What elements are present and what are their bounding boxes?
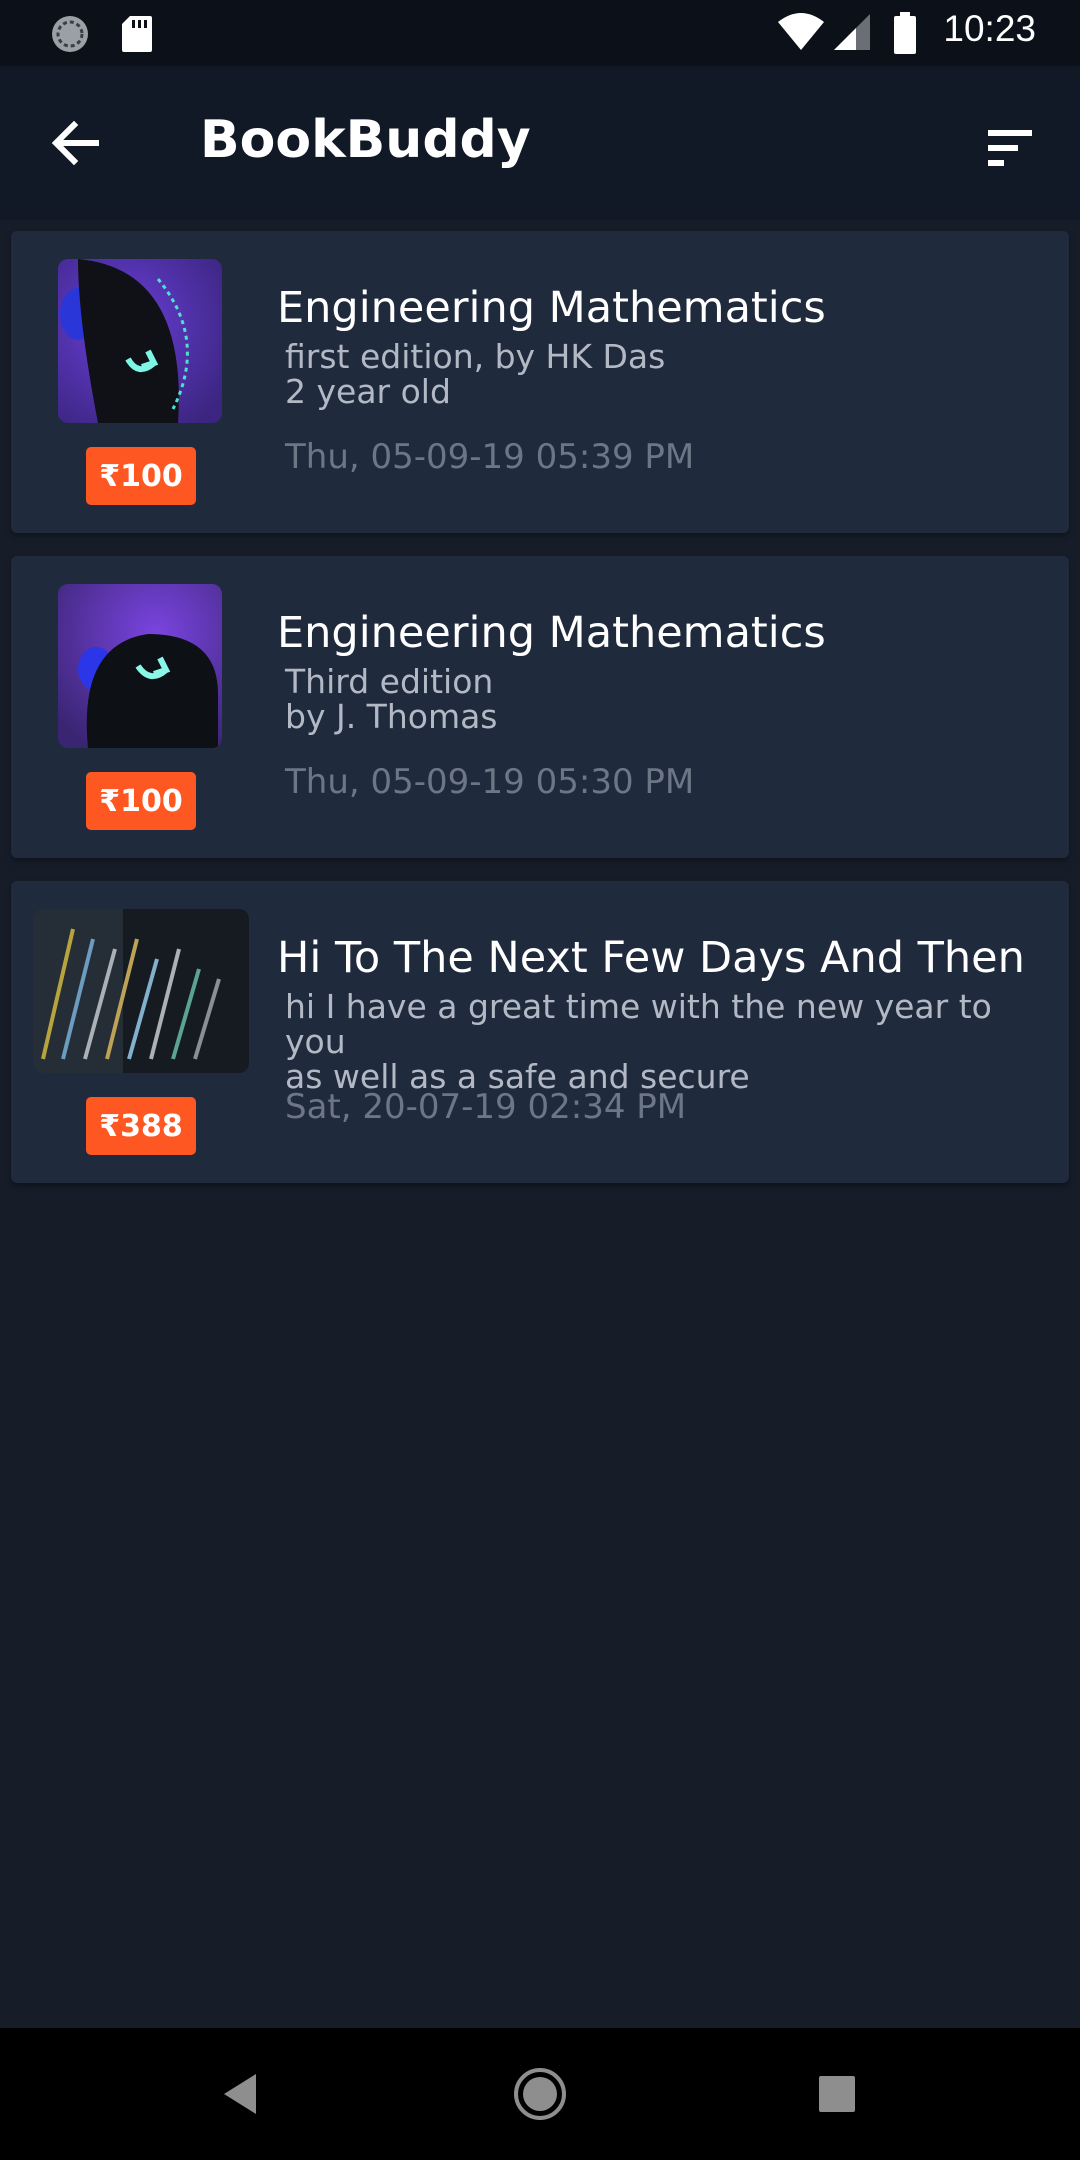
book-title: Engineering Mathematics xyxy=(277,283,826,333)
sync-icon xyxy=(52,16,88,52)
app-bar: BookBuddy xyxy=(0,66,1080,220)
signal-icon xyxy=(834,14,870,50)
book-card[interactable]: ₹100 Engineering Mathematics first editi… xyxy=(11,231,1069,533)
book-description: hi I have a great time with the new year… xyxy=(285,987,992,1096)
price-badge: ₹100 xyxy=(86,447,196,505)
book-thumbnail xyxy=(33,909,249,1073)
status-time: 10:23 xyxy=(943,8,1036,49)
sort-icon[interactable] xyxy=(980,118,1040,178)
book-title: Engineering Mathematics xyxy=(277,608,826,658)
book-date: Thu, 05-09-19 05:39 PM xyxy=(285,437,695,477)
nav-back-icon[interactable] xyxy=(210,2062,274,2126)
book-description: first edition, by HK Das 2 year old xyxy=(285,337,666,411)
nav-recents-icon[interactable] xyxy=(805,2062,869,2126)
battery-icon xyxy=(894,12,916,54)
sd-card-icon xyxy=(122,16,152,52)
status-bar: 10:23 xyxy=(0,0,1080,66)
book-card[interactable]: ₹100 Engineering Mathematics Third editi… xyxy=(11,556,1069,858)
price-badge: ₹100 xyxy=(86,772,196,830)
book-date: Thu, 05-09-19 05:30 PM xyxy=(285,762,695,802)
book-card[interactable]: ₹388 Hi To The Next Few Days And Then hi… xyxy=(11,881,1069,1183)
book-description: Third edition by J. Thomas xyxy=(285,662,498,736)
app-title: BookBuddy xyxy=(200,110,531,170)
back-arrow-icon[interactable] xyxy=(44,111,108,175)
book-thumbnail xyxy=(58,259,222,423)
book-title: Hi To The Next Few Days And Then xyxy=(277,933,1025,983)
book-date: Sat, 20-07-19 02:34 PM xyxy=(285,1087,687,1127)
system-nav-bar xyxy=(0,2028,1080,2160)
price-badge: ₹388 xyxy=(86,1097,196,1155)
book-thumbnail xyxy=(58,584,222,748)
nav-home-icon[interactable] xyxy=(508,2062,572,2126)
wifi-icon xyxy=(778,13,824,50)
